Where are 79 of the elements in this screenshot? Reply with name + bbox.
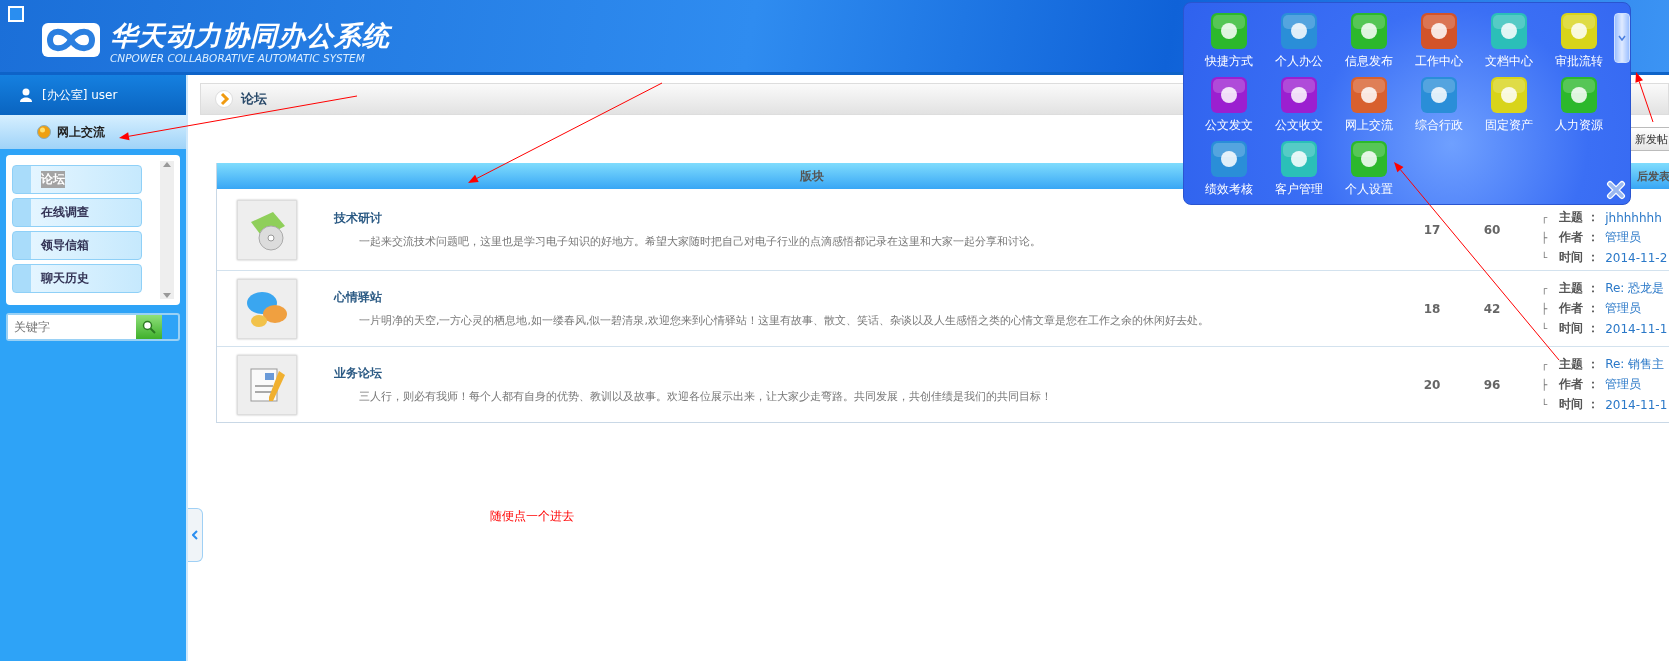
topic-count: 20 [1423,377,1441,392]
chevron-icon [215,90,233,108]
quick-menu-item[interactable]: 绩效考核 [1194,141,1264,205]
tree-mark: ┌ [1541,359,1549,370]
quick-menu-item[interactable]: 公文收文 [1264,77,1334,141]
board-title[interactable]: 心情驿站 [334,289,1209,306]
chevron-down-icon [1618,35,1626,41]
quick-menu-item[interactable]: 快捷方式 [1194,13,1264,77]
post-count: 42 [1483,301,1501,316]
quick-menu-item[interactable]: 客户管理 [1264,141,1334,205]
board-description: 一片明净的天空,一方心灵的栖息地,如一缕春风,似一碧清泉,欢迎您来到心情驿站！这里有故事、散文、笑话、杂谈以及人生感悟之类的心情文章是您在工作之余的休闲好去处。 [358,313,1209,328]
collapse-handle[interactable] [188,508,203,562]
last-post-label: 时间 ： [1559,396,1600,413]
tree-mark: └ [1541,252,1549,263]
last-post-value[interactable]: Re: 销售主 [1605,356,1665,373]
last-post-label: 作者 ： [1559,300,1600,317]
infinity-logo-icon [42,23,100,57]
last-post-label: 时间 ： [1559,320,1600,337]
orb-icon [37,125,51,139]
caret-down-icon [163,293,171,299]
post-count: 60 [1483,222,1501,237]
user-name: [办公室] user [42,86,118,104]
close-icon[interactable] [1606,180,1626,200]
quick-menu-item[interactable]: 信息发布 [1334,13,1404,77]
annotation-text: 随便点一个进去 [490,508,575,525]
tree-mark: └ [1541,323,1549,334]
last-post-value[interactable]: 管理员 [1605,376,1642,393]
board-title[interactable]: 技术研讨 [334,210,1041,227]
menu-item[interactable]: 论坛 [12,165,142,194]
last-post-label: 主题 ： [1559,209,1600,226]
tree-mark: ┌ [1541,212,1549,223]
quick-menu-item[interactable]: 工作中心 [1404,13,1474,77]
quick-menu-item[interactable]: 个人办公 [1264,13,1334,77]
menu-item[interactable]: 聊天历史 [12,264,142,293]
scroll-down-button[interactable] [1614,13,1630,63]
tree-mark: └ [1541,399,1549,410]
quick-menu-item[interactable]: 人力资源 [1544,77,1614,141]
app-title: 华天动力协同办公系统 [110,20,390,52]
last-post-value[interactable]: jhhhhhhh [1605,210,1662,225]
board-description: 三人行，则必有我师！每个人都有自身的优势、教训以及故事。欢迎各位展示出来，让大家少走弯路。共同发展，共创佳绩是我们的共同目标！ [358,389,1052,404]
new-post-button[interactable]: 新发帖 [1630,127,1669,151]
quick-menu-item[interactable]: 文档中心 [1474,13,1544,77]
last-post-value[interactable]: Re: 恐龙是 [1605,280,1665,297]
last-post-label: 主题 ： [1559,356,1600,373]
topic-count: 17 [1423,222,1441,237]
last-post-label: 作者 ： [1559,229,1600,246]
tree-mark: ┌ [1541,283,1549,294]
quick-menu-item[interactable]: 个人设置 [1334,141,1404,205]
post-count: 96 [1483,377,1501,392]
tree-mark: ├ [1541,232,1549,243]
last-post-label: 作者 ： [1559,376,1600,393]
window-icon [8,6,24,22]
board-title[interactable]: 业务论坛 [334,365,1052,382]
board-description: 一起来交流技术问题吧，这里也是学习电子知识的好地方。希望大家随时把自己对电子行业的点滴感悟都记录在这里和大家一起分享和讨论。 [358,234,1041,249]
tree-mark: ├ [1541,303,1549,314]
last-post-value[interactable]: 2014-11-1 [1605,321,1668,336]
scrollbar[interactable] [160,161,174,299]
last-post-value[interactable]: 管理员 [1605,229,1642,246]
annotation-arrow [1635,72,1654,123]
last-post-value[interactable]: 2014-11-2 [1605,250,1668,265]
caret-up-icon [163,161,171,167]
person-icon [20,88,32,102]
column-header: 版块 [800,167,824,185]
last-post-value[interactable]: 2014-11-1 [1605,397,1668,412]
quick-menu-item[interactable]: 网上交流 [1334,77,1404,141]
page-title: 论坛 [241,90,267,108]
section-title: 网上交流 [57,123,105,141]
quick-menu-item[interactable]: 综合行政 [1404,77,1474,141]
quick-menu-item[interactable]: 固定资产 [1474,77,1544,141]
quick-menu-item[interactable]: 审批流转 [1544,13,1614,77]
last-post-label: 时间 ： [1559,249,1600,266]
app-subtitle: CNPOWER COLLABORATIVE AUTOMATIC SYSTEM [110,52,366,64]
quick-menu-item[interactable]: 公文发文 [1194,77,1264,141]
menu-item[interactable]: 领导信箱 [12,231,142,260]
last-post-label: 主题 ： [1559,280,1600,297]
last-post-value[interactable]: 管理员 [1605,300,1642,317]
topic-count: 18 [1423,301,1441,316]
tree-mark: ├ [1541,379,1549,390]
menu-item[interactable]: 在线调查 [12,198,142,227]
